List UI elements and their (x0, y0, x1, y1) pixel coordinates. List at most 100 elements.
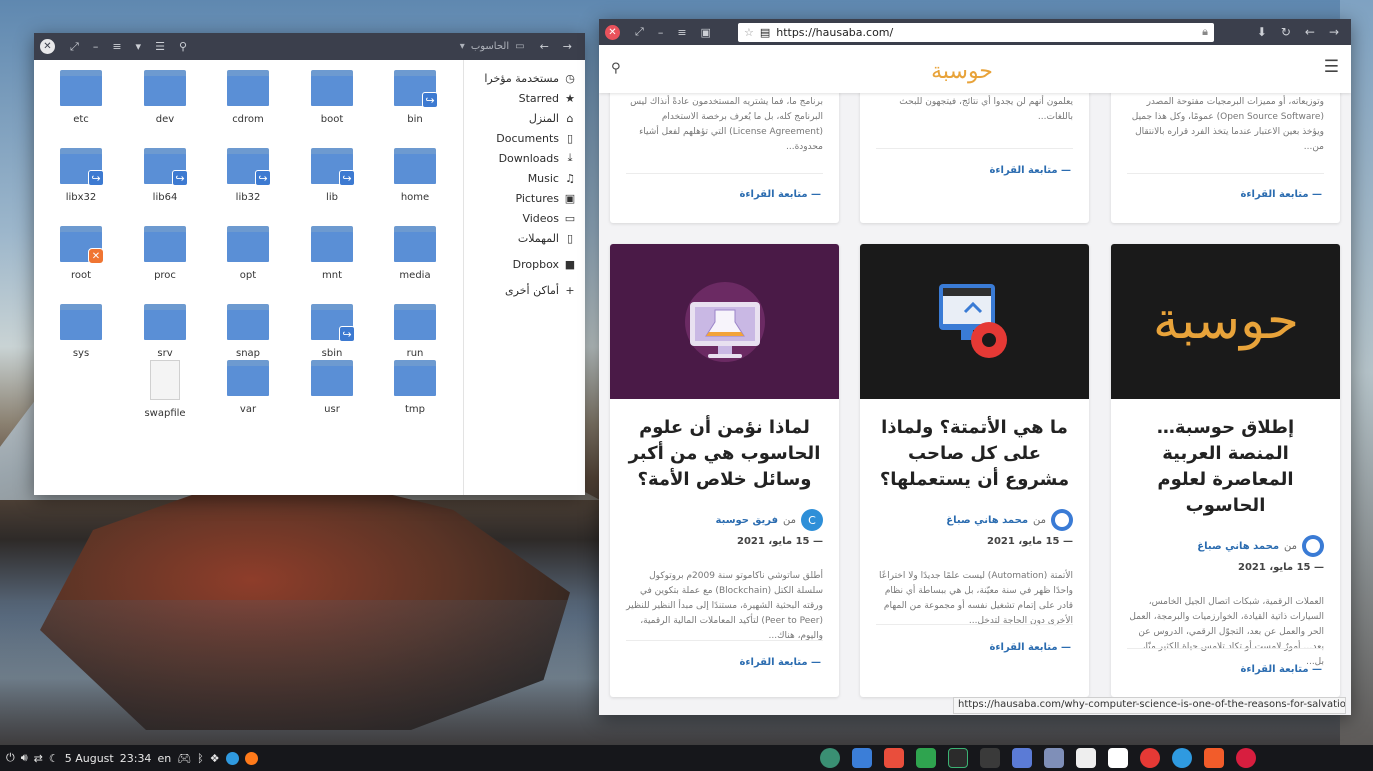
bluetooth-icon[interactable]: ᛒ (197, 752, 204, 765)
folder-item[interactable]: opt (213, 226, 283, 281)
folder-item[interactable]: ↪ lib32 (213, 148, 283, 203)
back-arrow-icon[interactable]: ← (540, 40, 549, 53)
network-icon[interactable]: ⇄ (34, 752, 43, 765)
folder-item[interactable]: snap (213, 304, 283, 359)
terminal-icon[interactable] (980, 748, 1000, 768)
menu-icon[interactable]: ≡ (677, 26, 686, 39)
folder-item[interactable]: ↪ sbin (297, 304, 367, 359)
read-more-link[interactable]: — متابعة القراءة (1241, 664, 1323, 675)
folder-item[interactable]: ↪ lib64 (130, 148, 200, 203)
chevron-down-icon[interactable]: ▾ (136, 40, 142, 53)
search-icon[interactable]: ⚲ (611, 61, 621, 76)
dropbox-icon[interactable]: ❖ (210, 752, 220, 765)
address-bar[interactable]: ☆ ▤ https://hausaba.com/ 🔒︎ (737, 22, 1214, 42)
article-title[interactable]: ما هي الأتمتة؟ ولماذا على كل صاحب مشروع … (860, 399, 1089, 493)
menu-icon[interactable]: ≡ (112, 40, 121, 53)
maximize-icon[interactable]: ⤢ (70, 40, 79, 54)
folder-item[interactable]: ↪ libx32 (46, 148, 116, 203)
telegram-icon[interactable] (1172, 748, 1192, 768)
folder-item[interactable]: sys (46, 304, 116, 359)
date-label[interactable]: 5 August (65, 752, 114, 765)
menu-icon[interactable]: ☰ (1324, 57, 1339, 77)
avatar[interactable]: C (801, 509, 823, 531)
sidebar-item[interactable]: Videos ▭ (464, 208, 585, 228)
debian-icon[interactable] (1236, 748, 1256, 768)
article-card[interactable]: ما هي الأتمتة؟ ولماذا على كل صاحب مشروع … (860, 244, 1089, 697)
read-more-link[interactable]: — متابعة القراءة (1241, 189, 1323, 200)
folder-item[interactable]: etc (46, 70, 116, 125)
reload-icon[interactable]: ↻ (1281, 25, 1291, 39)
telegram-icon[interactable] (225, 751, 239, 765)
notes-icon[interactable] (1012, 748, 1032, 768)
downloads-icon[interactable]: ⬇ (1257, 25, 1267, 39)
location-bar[interactable]: ▾ الحاسوب ▭ (460, 41, 525, 52)
article-card[interactable]: حوسبة إطلاق حوسبة… المنصة العربية المعاص… (1111, 244, 1340, 697)
close-icon[interactable]: ✕ (605, 24, 620, 40)
article-title[interactable]: إطلاق حوسبة… المنصة العربية المعاصرة لعل… (1111, 399, 1340, 519)
sidebar-item[interactable]: المهملات ▯ (464, 228, 585, 248)
folder-item[interactable]: tmp (380, 360, 450, 415)
folder-item[interactable]: proc (130, 226, 200, 281)
time-label[interactable]: 23:34 (120, 752, 152, 765)
folder-item[interactable]: ↪ lib (297, 148, 367, 203)
author-link[interactable]: محمد هاني صباغ (1197, 541, 1279, 552)
tabs-icon[interactable]: ▣ (701, 26, 711, 39)
hausaba-logo[interactable]: حوسبة (927, 52, 997, 86)
folder-item[interactable]: cdrom (213, 70, 283, 125)
read-more-link[interactable]: — متابعة القراءة (740, 189, 822, 200)
sidebar-item[interactable]: المنزل ⌂ (464, 108, 585, 128)
sidebar-item[interactable]: Documents ▯ (464, 128, 585, 148)
sidebar-item[interactable]: مستخدمة مؤخرا ◷ (464, 68, 585, 88)
brave-icon[interactable] (1204, 748, 1224, 768)
night-mode-icon[interactable]: ☾ (49, 752, 59, 765)
read-more-link[interactable]: — متابعة القراءة (990, 165, 1072, 176)
sidebar-item[interactable]: Music ♫ (464, 168, 585, 188)
sidebar-item[interactable]: Pictures ▣ (464, 188, 585, 208)
star-icon[interactable]: ☆ (744, 26, 754, 39)
folder-item[interactable]: mnt (297, 226, 367, 281)
folder-item[interactable]: usr (297, 360, 367, 415)
article-thumbnail[interactable] (610, 244, 839, 399)
folder-item[interactable]: media (380, 226, 450, 281)
folder-item[interactable]: home (380, 148, 450, 203)
article-thumbnail[interactable] (860, 244, 1089, 399)
volume-icon[interactable]: 🔊︎ (21, 751, 28, 765)
folder-item[interactable]: ↪ bin (380, 70, 450, 125)
minimize-icon[interactable]: – (93, 40, 99, 53)
read-more-link[interactable]: — متابعة القراءة (990, 642, 1072, 653)
folder-item[interactable]: srv (130, 304, 200, 359)
avatar[interactable] (1302, 535, 1324, 557)
avatar[interactable] (1051, 509, 1073, 531)
forward-arrow-icon[interactable]: → (563, 40, 572, 53)
author-link[interactable]: محمد هاني صباغ (946, 515, 1028, 526)
sidebar-item[interactable]: أماكن أخرى + (464, 280, 585, 300)
back-arrow-icon[interactable]: ← (1305, 25, 1315, 39)
sidebar-item[interactable]: Downloads ⤓ (464, 148, 585, 168)
gamepad-icon[interactable]: 🎮︎ (177, 752, 191, 765)
article-card[interactable]: يعلمون أنهم لن يجدوا أي نتائج، فيتجهون ل… (860, 93, 1089, 223)
author-link[interactable]: فريق حوسبة (716, 515, 778, 526)
files-icon[interactable] (1044, 748, 1064, 768)
folder-item[interactable]: boot (297, 70, 367, 125)
typora-icon[interactable] (1076, 748, 1096, 768)
maximize-icon[interactable]: ⤢ (635, 25, 644, 39)
sidebar-item[interactable]: Starred ★ (464, 88, 585, 108)
spreadsheet-icon[interactable] (916, 748, 936, 768)
file-item[interactable]: swapfile (130, 360, 200, 419)
article-title[interactable]: لماذا نؤمن أن علوم الحاسوب هي من أكبر وس… (610, 399, 839, 493)
folder-item[interactable]: run (380, 304, 450, 359)
browser-app-icon[interactable] (820, 748, 840, 768)
software-center-icon[interactable] (884, 748, 904, 768)
article-card[interactable]: برنامج ما، فما يشتريه المستخدمون عادةً أ… (610, 93, 839, 223)
folder-item[interactable]: dev (130, 70, 200, 125)
article-card[interactable]: لماذا نؤمن أن علوم الحاسوب هي من أكبر وس… (610, 244, 839, 697)
folder-item[interactable]: var (213, 360, 283, 415)
keyboard-layout[interactable]: en (157, 752, 171, 765)
close-icon[interactable]: ✕ (40, 39, 55, 54)
sidebar-item[interactable]: Dropbox ■ (464, 254, 585, 274)
article-thumbnail[interactable]: حوسبة (1111, 244, 1340, 399)
folder-item[interactable]: ✕ root (46, 226, 116, 281)
email-app-icon[interactable] (852, 748, 872, 768)
read-more-link[interactable]: — متابعة القراءة (740, 657, 822, 668)
list-view-icon[interactable]: ☰ (155, 40, 165, 53)
